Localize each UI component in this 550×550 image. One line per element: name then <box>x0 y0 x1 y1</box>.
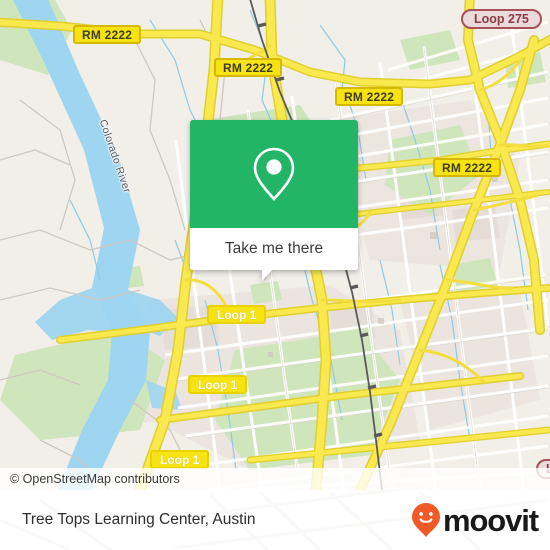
callout-icon-area <box>190 120 358 228</box>
moovit-wordmark: moovit <box>442 502 539 538</box>
road-shield-rm-2222-east[interactable]: RM 2222 <box>335 87 404 106</box>
footer-content: Tree Tops Learning Center, Austin moovit <box>0 490 550 550</box>
map-attribution-bar: © OpenStreetMap contributors <box>0 468 550 490</box>
moovit-map-screenshot: Colorado River RM 2222 RM 2222 RM 2222 R… <box>0 0 550 550</box>
callout-pointer-tail <box>262 269 273 281</box>
road-shield-rm-2222-far[interactable]: RM 2222 <box>433 158 502 177</box>
map-canvas[interactable]: Colorado River RM 2222 RM 2222 RM 2222 R… <box>0 0 550 490</box>
moovit-brand-logo[interactable]: moovit <box>411 502 539 538</box>
callout-action-area[interactable]: Take me there <box>190 228 358 281</box>
place-name-label: Tree Tops Learning Center, Austin <box>22 511 256 528</box>
road-shield-loop-275[interactable]: Loop 275 <box>461 9 542 29</box>
attribution-text[interactable]: © OpenStreetMap contributors <box>10 472 180 486</box>
moovit-smiley-pin-icon <box>411 503 440 537</box>
road-shield-rm-2222-west[interactable]: RM 2222 <box>73 25 142 44</box>
road-shield-loop-1-lower[interactable]: Loop 1 <box>150 450 210 469</box>
take-me-there-label: Take me there <box>224 240 324 257</box>
location-pin-icon <box>253 147 295 201</box>
footer-bar: Tree Tops Learning Center, Austin moovit <box>0 490 550 550</box>
road-shield-rm-2222-mid[interactable]: RM 2222 <box>214 58 283 77</box>
road-shield-loop-1-mid[interactable]: Loop 1 <box>188 375 248 394</box>
road-shield-loop-1-upper[interactable]: Loop 1 <box>207 305 267 324</box>
location-callout-card[interactable]: Take me there <box>190 120 358 281</box>
